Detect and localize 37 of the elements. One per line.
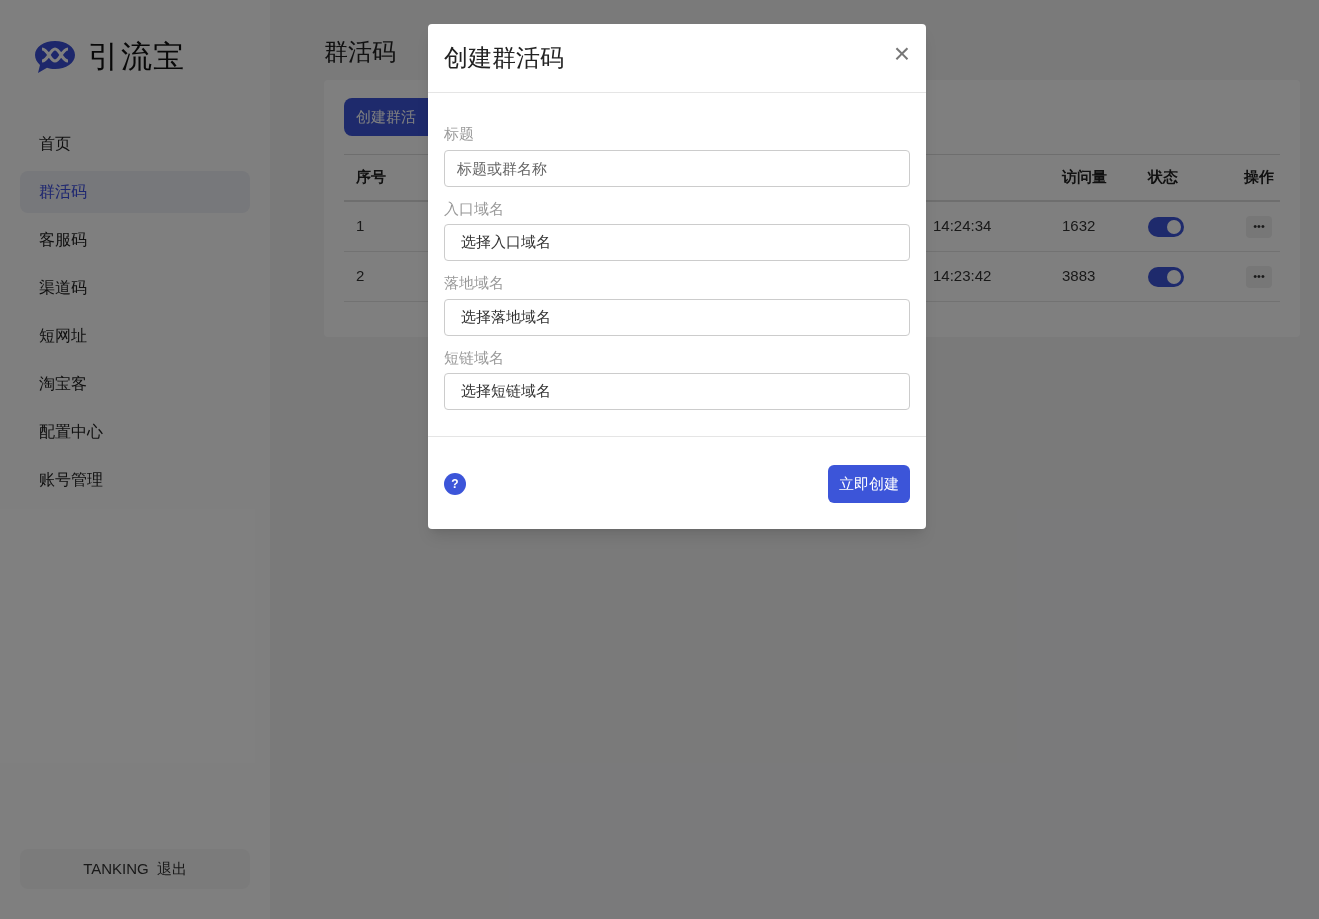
nav-item[interactable]: 渠道码 xyxy=(20,266,250,309)
input-field[interactable]: 标题或群名称 xyxy=(444,149,910,187)
select-field[interactable]: 选择落地域名 xyxy=(444,298,910,336)
nav-item[interactable]: 账号管理 xyxy=(20,458,250,501)
table-cell-text: 14:23:42 xyxy=(933,266,992,287)
field-label: 落地域名 xyxy=(444,273,505,293)
page-title: 群活码 xyxy=(324,37,396,67)
table-cell-text: 1 xyxy=(355,216,365,237)
status-toggle[interactable] xyxy=(1148,216,1184,237)
table-cell-text: 3883 xyxy=(1062,266,1096,287)
nav-item[interactable]: 群活码 xyxy=(20,170,250,213)
brand-name: 引流宝 xyxy=(88,38,186,76)
nav-item[interactable]: 客服码 xyxy=(20,218,250,261)
help-button[interactable]: ? xyxy=(444,473,466,495)
column-header: 序号 xyxy=(355,167,386,188)
close-button[interactable]: × xyxy=(893,40,910,68)
field-label: 入口域名 xyxy=(444,198,505,219)
column-header: 状态 xyxy=(1148,167,1178,188)
table-cell-text: 2 xyxy=(355,266,365,287)
table-cell-text: 14:24:34 xyxy=(933,216,992,237)
submit-button[interactable]: 立即创建 xyxy=(828,465,910,503)
more-button[interactable]: ••• xyxy=(1246,265,1272,288)
column-header: 操作 xyxy=(1244,167,1274,188)
table-cell-text: 1632 xyxy=(1062,216,1096,237)
more-button[interactable]: ••• xyxy=(1246,215,1272,238)
nav-item[interactable]: 淘宝客 xyxy=(20,362,250,405)
nav-item[interactable]: 首页 xyxy=(20,122,250,165)
column-header: 访问量 xyxy=(1062,167,1107,188)
status-toggle[interactable] xyxy=(1148,266,1184,287)
dialog-title: 创建群活码 xyxy=(444,43,564,73)
field-label: 短链域名 xyxy=(444,347,505,368)
nav-item[interactable]: 配置中心 xyxy=(20,410,250,453)
logout-button[interactable]: TANKING 退出 xyxy=(20,849,250,889)
logo-icon xyxy=(34,39,76,76)
select-field[interactable]: 选择入口域名 xyxy=(444,224,910,261)
nav-item[interactable]: 短网址 xyxy=(20,314,250,357)
select-field[interactable]: 选择短链域名 xyxy=(444,373,910,410)
